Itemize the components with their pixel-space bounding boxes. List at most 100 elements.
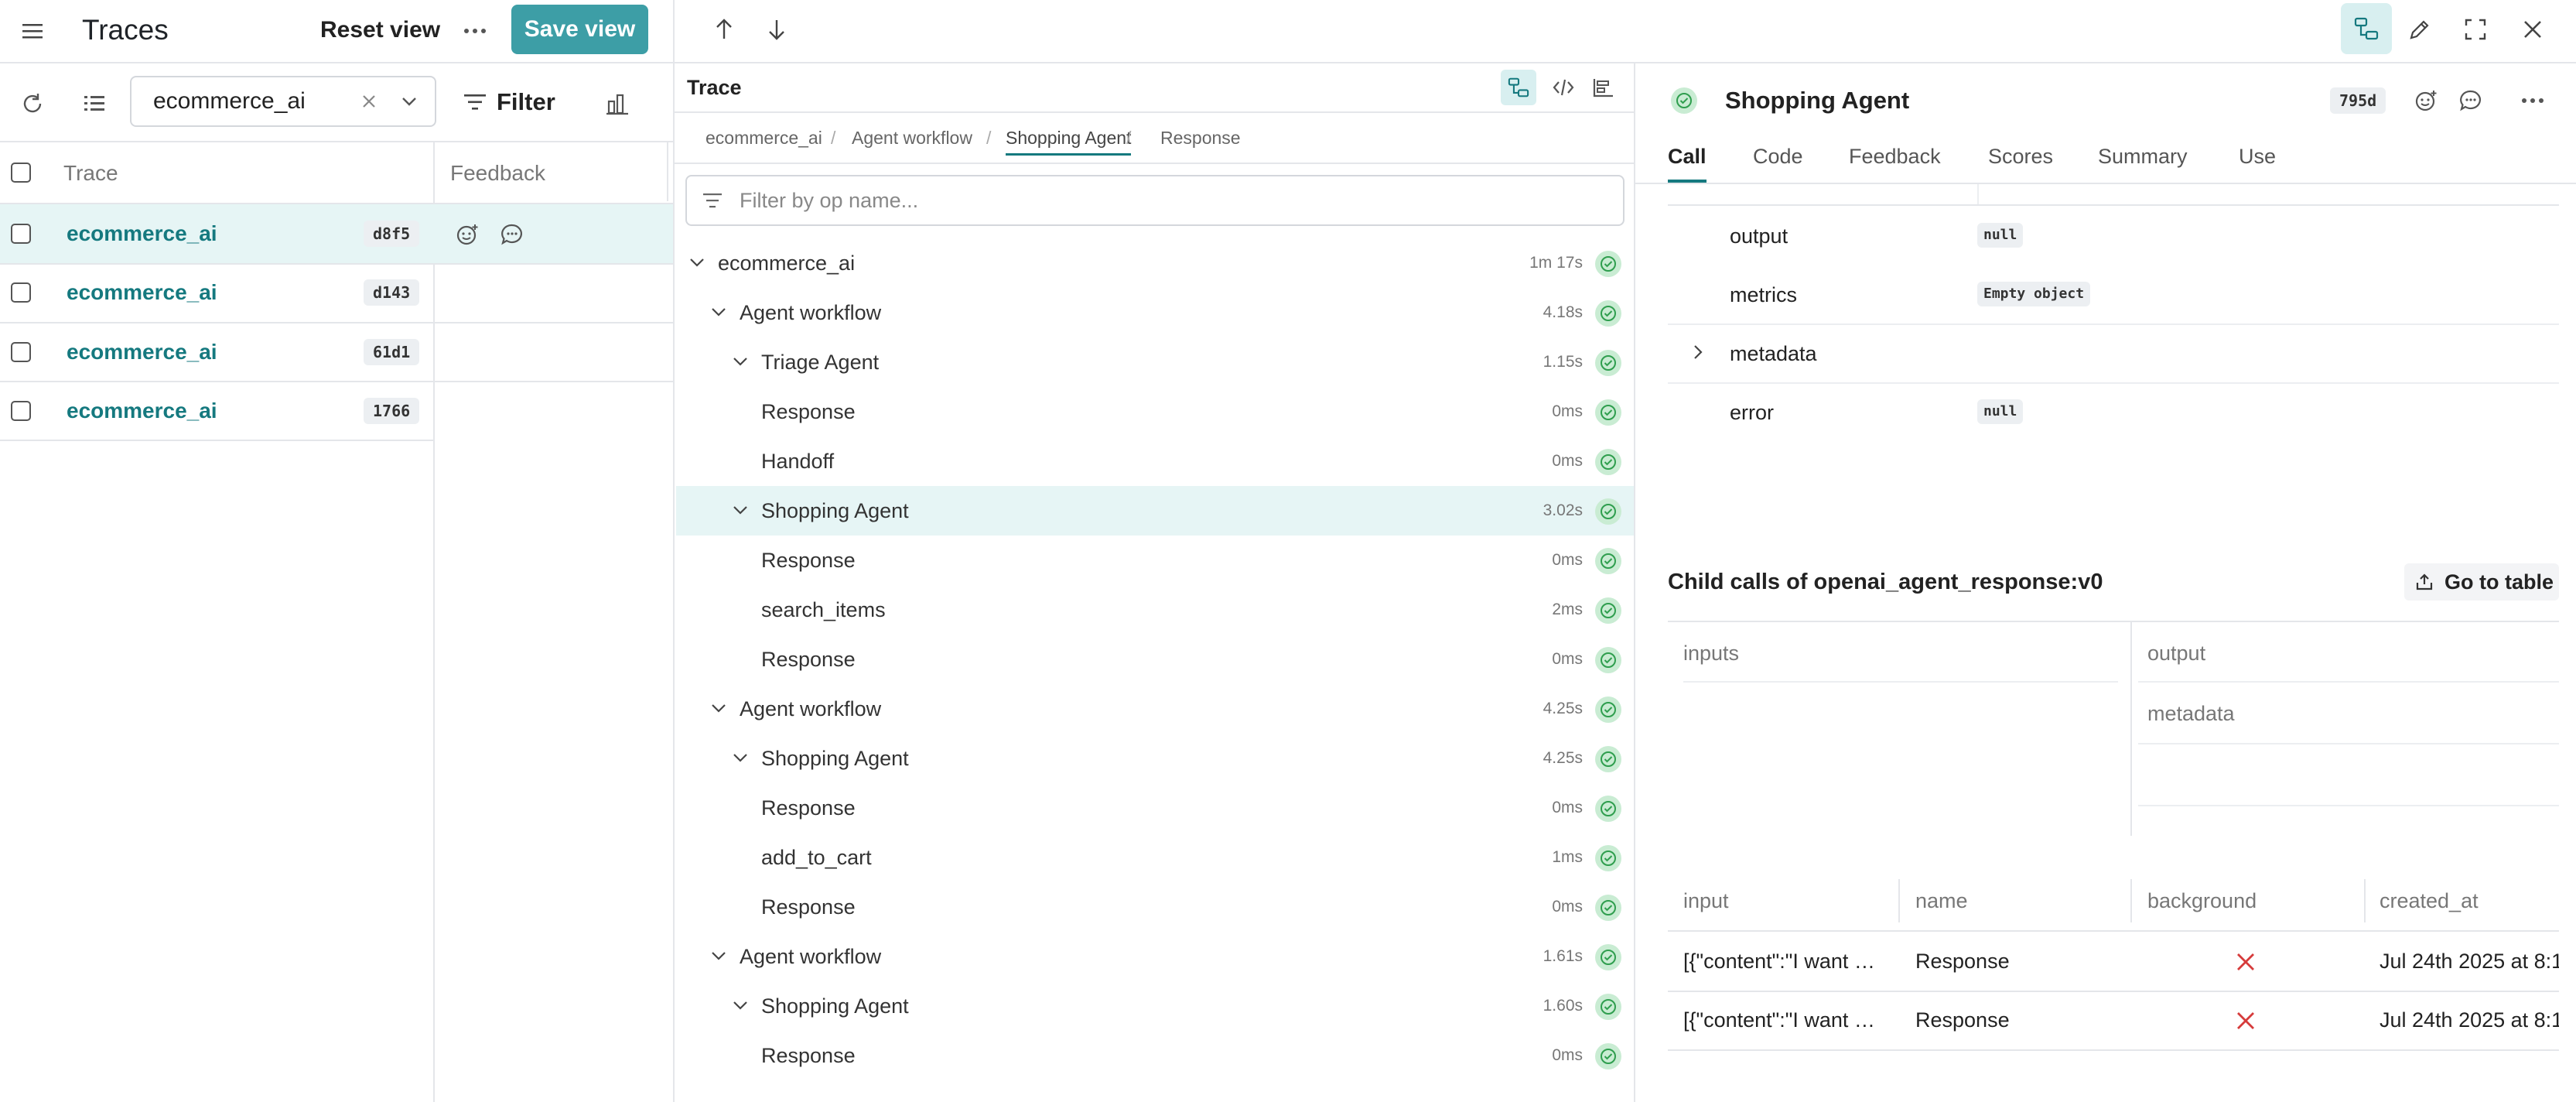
status-success-icon — [1595, 597, 1621, 624]
columns-icon[interactable] — [77, 87, 111, 121]
chevron-down-icon[interactable] — [732, 749, 749, 766]
column-header-background[interactable]: background — [2147, 882, 2257, 919]
trace-tree-row[interactable]: ecommerce_ai 1m 17s — [676, 238, 1634, 288]
select-all-checkbox[interactable] — [11, 163, 31, 183]
trace-tree-row[interactable]: Response 0ms — [676, 1031, 1634, 1080]
chevron-down-icon[interactable] — [710, 947, 727, 964]
status-success-icon — [1595, 399, 1621, 426]
menu-icon[interactable] — [15, 14, 50, 48]
trace-name-link[interactable]: ecommerce_ai — [67, 392, 217, 430]
chevron-right-icon[interactable] — [1686, 341, 1710, 364]
go-to-table-button[interactable]: Go to table — [2404, 563, 2559, 601]
panel-divider[interactable] — [673, 0, 675, 1102]
breadcrumb-item[interactable]: Response — [1160, 122, 1241, 153]
trace-name-link[interactable]: ecommerce_ai — [67, 334, 217, 371]
trace-id-badge: 61d1 — [364, 339, 420, 365]
trace-tree-row[interactable]: Response 0ms — [676, 882, 1634, 932]
arrow-down-icon[interactable] — [760, 12, 794, 46]
tab-summary[interactable]: Summary — [2098, 139, 2188, 173]
chart-icon[interactable] — [600, 87, 634, 121]
save-view-button[interactable]: Save view — [511, 5, 648, 54]
trace-tree-row[interactable]: search_items 2ms — [676, 585, 1634, 635]
status-success-icon — [1595, 944, 1621, 970]
trace-search-input[interactable]: ecommerce_ai — [130, 76, 436, 127]
trace-tree-view-icon[interactable] — [2341, 3, 2392, 54]
trace-tree-label: Agent workflow — [740, 301, 882, 324]
trace-tree-row[interactable]: Response 0ms — [676, 387, 1634, 436]
column-header-input[interactable]: input — [1683, 882, 1729, 919]
comment-icon[interactable] — [498, 221, 526, 248]
chevron-down-icon[interactable] — [396, 88, 422, 115]
trace-tree-row[interactable]: Agent workflow 1.61s — [676, 932, 1634, 981]
code-view-icon[interactable] — [1546, 70, 1581, 105]
trace-tree-duration: 3.02s — [1543, 501, 1583, 519]
trace-column-header[interactable]: Trace — [63, 155, 118, 192]
panel-divider[interactable] — [1634, 63, 1635, 1102]
column-header-created-at[interactable]: created_at — [2380, 882, 2479, 919]
tab-call[interactable]: Call — [1668, 139, 1707, 183]
clear-icon[interactable] — [356, 88, 382, 115]
row-checkbox[interactable] — [11, 342, 31, 362]
breadcrumb-item[interactable]: Agent workflow — [852, 122, 972, 153]
trace-tree-row[interactable]: Shopping Agent 3.02s — [676, 486, 1634, 536]
status-success-icon — [1595, 449, 1621, 475]
cell-created-at: Jul 24th 2025 at 8:1 — [2380, 1008, 2559, 1032]
field-value: null — [1977, 399, 2024, 424]
add-reaction-icon[interactable] — [2410, 85, 2441, 116]
filter-icon[interactable] — [460, 87, 490, 118]
refresh-icon[interactable] — [15, 87, 50, 121]
trace-tree-row[interactable]: Agent workflow 4.18s — [676, 288, 1634, 337]
trace-tree-row[interactable]: Handoff 0ms — [676, 436, 1634, 486]
trace-tree-row[interactable]: Triage Agent 1.15s — [676, 337, 1634, 387]
trace-tree-row[interactable]: Response 0ms — [676, 635, 1634, 684]
trace-tree-row[interactable]: Shopping Agent 4.25s — [676, 734, 1634, 783]
trace-tree-row[interactable]: Response 0ms — [676, 536, 1634, 585]
field-key: metrics — [1730, 283, 1797, 306]
tree-view-icon[interactable] — [1501, 70, 1536, 105]
tab-use[interactable]: Use — [2239, 139, 2276, 173]
arrow-up-icon[interactable] — [707, 12, 741, 46]
breadcrumb-item[interactable]: ecommerce_ai — [705, 122, 822, 153]
call-title: Shopping Agent — [1725, 87, 1910, 114]
fullscreen-icon[interactable] — [2458, 12, 2492, 46]
chevron-down-icon[interactable] — [710, 303, 727, 320]
tab-scores[interactable]: Scores — [1988, 139, 2053, 173]
trace-tree-row[interactable]: add_to_cart 1ms — [676, 833, 1634, 882]
row-checkbox[interactable] — [11, 401, 31, 421]
filter-button[interactable]: Filter — [497, 84, 555, 121]
feedback-column-header[interactable]: Feedback — [450, 155, 545, 192]
add-reaction-icon[interactable] — [453, 221, 481, 248]
more-options-icon[interactable] — [458, 14, 492, 48]
comment-icon[interactable] — [2455, 85, 2486, 116]
chevron-down-icon[interactable] — [732, 501, 749, 518]
tab-feedback[interactable]: Feedback — [1849, 139, 1941, 173]
tab-code[interactable]: Code — [1753, 139, 1803, 173]
row-checkbox[interactable] — [11, 282, 31, 303]
edit-icon[interactable] — [2403, 12, 2437, 46]
trace-tree-label: Shopping Agent — [761, 994, 909, 1018]
breadcrumb-item-active[interactable]: Shopping Agent — [1006, 122, 1132, 156]
status-success-icon — [1595, 350, 1621, 376]
timeline-view-icon[interactable] — [1586, 70, 1621, 105]
more-options-icon[interactable] — [2516, 85, 2550, 116]
trace-name-link[interactable]: ecommerce_ai — [67, 274, 217, 311]
trace-tree-label: Handoff — [761, 450, 835, 473]
field-key[interactable]: metadata — [1730, 336, 1817, 371]
close-icon[interactable] — [2516, 12, 2550, 46]
trace-name-link[interactable]: ecommerce_ai — [67, 215, 217, 252]
chevron-down-icon[interactable] — [732, 997, 749, 1014]
chevron-down-icon[interactable] — [688, 254, 705, 271]
chevron-down-icon[interactable] — [732, 353, 749, 370]
reset-view-button[interactable]: Reset view — [320, 11, 440, 50]
column-header-name[interactable]: name — [1915, 882, 1968, 919]
row-checkbox[interactable] — [11, 224, 31, 244]
chevron-down-icon[interactable] — [710, 700, 727, 717]
trace-id-badge: d143 — [364, 279, 420, 306]
trace-tree-row[interactable]: Agent workflow 4.25s — [676, 684, 1634, 734]
trace-tree-row[interactable]: Shopping Agent 1.60s — [676, 981, 1634, 1031]
op-filter-input[interactable]: Filter by op name... — [685, 175, 1625, 226]
status-success-icon — [1595, 548, 1621, 574]
trace-tree-label: ecommerce_ai — [718, 252, 856, 275]
trace-tree-row[interactable]: Response 0ms — [676, 783, 1634, 833]
export-icon — [2414, 571, 2435, 593]
